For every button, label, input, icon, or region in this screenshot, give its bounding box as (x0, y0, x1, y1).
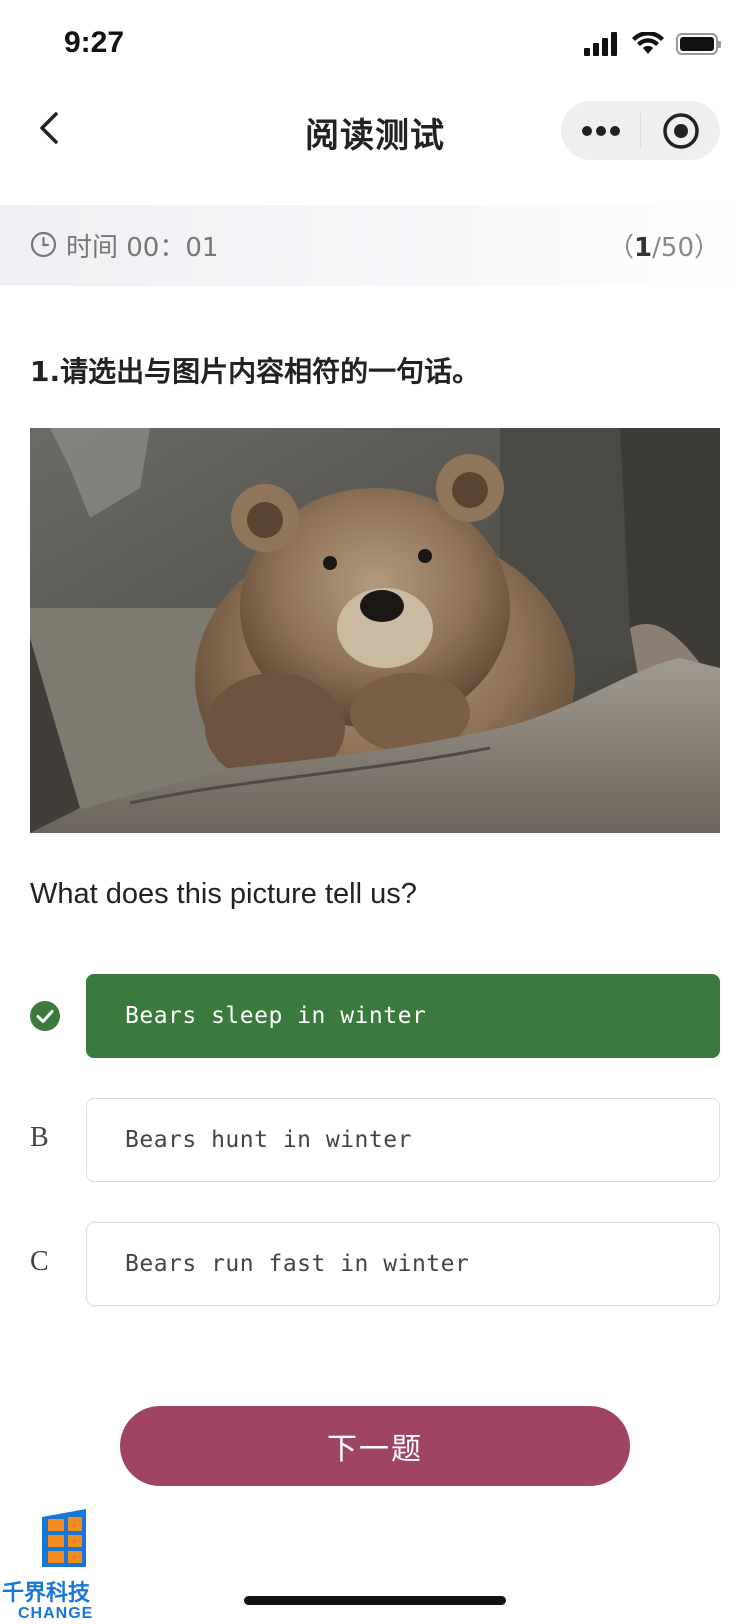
home-indicator (244, 1596, 506, 1605)
watermark-sub: CHANGE (18, 1605, 94, 1622)
nav-bar: 阅读测试 (0, 88, 750, 198)
wifi-icon (632, 32, 664, 54)
question-progress: （1/50） (608, 227, 720, 264)
clock-icon (30, 231, 57, 258)
question-prompt: What does this picture tell us? (30, 878, 417, 910)
option-c-box[interactable]: Bears run fast in winter (86, 1222, 720, 1306)
option-a[interactable]: Bears sleep in winter (0, 974, 750, 1058)
mini-program-capsule (561, 101, 720, 160)
more-button[interactable] (561, 101, 640, 160)
more-dots-icon (581, 125, 620, 136)
bear-photo (30, 428, 720, 833)
cellular-signal-icon (584, 32, 617, 56)
timer-label: 时间 00：01 (66, 233, 219, 263)
status-icons (584, 32, 722, 56)
windows-logo-icon (42, 1509, 86, 1567)
close-mini-program-button[interactable] (641, 101, 720, 160)
watermark-text: 千界科技 (2, 1581, 91, 1606)
watermark-logo: 千界科技 CHANGE (0, 1505, 130, 1624)
status-time: 9:27 (64, 26, 125, 59)
question-title: 1.请选出与图片内容相符的一句话。 (30, 355, 481, 388)
option-b-text: Bears hunt in winter (125, 1127, 412, 1153)
status-bar: 9:27 (0, 0, 750, 88)
check-circle-icon (30, 1001, 60, 1031)
option-c-text: Bears run fast in winter (125, 1251, 470, 1277)
option-a-text: Bears sleep in winter (125, 1003, 427, 1029)
option-b[interactable]: B Bears hunt in winter (0, 1098, 750, 1182)
progress-rest: /50） (652, 233, 720, 263)
option-c-letter: C (30, 1246, 49, 1277)
next-question-button[interactable]: 下一题 (120, 1406, 630, 1486)
progress-open: （ (608, 233, 635, 263)
timer-bar: 时间 00：01 （1/50） (0, 205, 750, 286)
option-a-box[interactable]: Bears sleep in winter (86, 974, 720, 1058)
option-b-box[interactable]: Bears hunt in winter (86, 1098, 720, 1182)
battery-icon (676, 33, 721, 55)
option-c[interactable]: C Bears run fast in winter (0, 1222, 750, 1306)
option-b-letter: B (30, 1122, 49, 1153)
progress-current: 1 (634, 233, 653, 263)
target-icon (662, 112, 699, 149)
question-image (30, 428, 720, 833)
